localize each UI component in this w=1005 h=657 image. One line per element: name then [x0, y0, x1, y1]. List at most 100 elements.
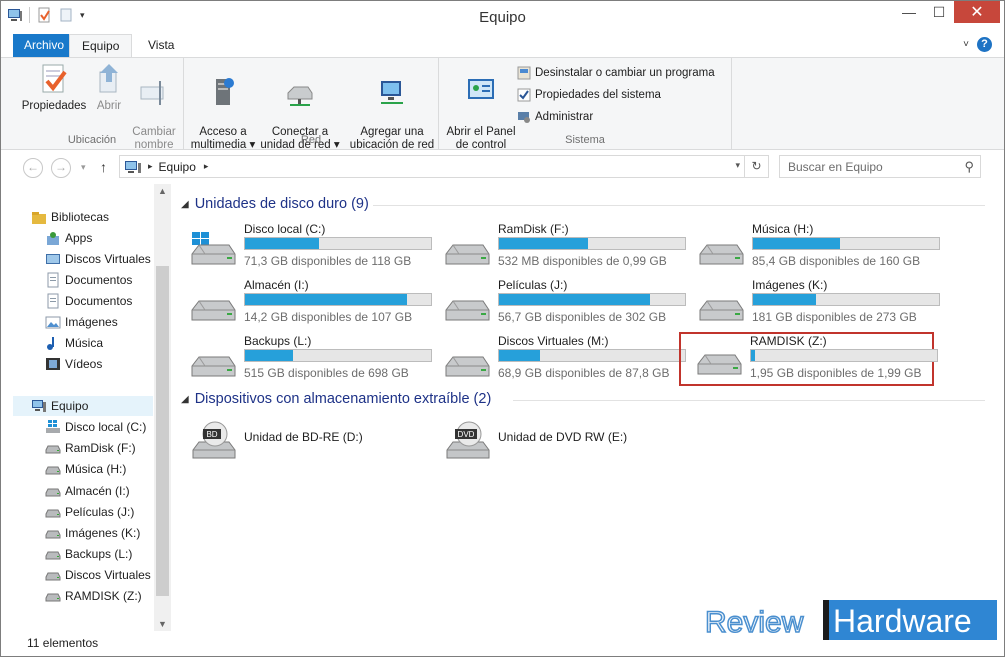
nav-label: Equipo: [51, 399, 89, 413]
media-server-icon: [216, 78, 234, 105]
drive-tile[interactable]: Backups (L:) 515 GB disponibles de 698 GB: [173, 334, 432, 382]
up-arrow-icon[interactable]: ↑: [100, 159, 107, 175]
nav-drive-f[interactable]: RamDisk (F:): [45, 438, 136, 458]
propiedades-sistema-button[interactable]: Propiedades del sistema: [517, 86, 661, 104]
address-dropdown-icon[interactable]: ▾: [735, 160, 740, 171]
nav-label: Imágenes: [65, 315, 118, 329]
close-button[interactable]: ✕: [954, 1, 1000, 23]
nav-drive-i[interactable]: Almacén (I:): [45, 481, 130, 501]
nav-drive-h[interactable]: Música (H:): [45, 459, 126, 479]
group-label-red: Red: [300, 134, 322, 146]
abrir-button[interactable]: Abrir: [91, 62, 127, 113]
chevron-down-icon[interactable]: ˅: [963, 39, 969, 50]
drive-tile[interactable]: Imágenes (K:) 181 GB disponibles de 273 G…: [681, 278, 940, 326]
scroll-down-icon[interactable]: ▼: [154, 619, 171, 629]
apps-icon: [47, 232, 59, 245]
nav-item-apps[interactable]: Apps: [45, 228, 92, 248]
search-input[interactable]: Buscar en Equipo ⚲: [779, 155, 981, 178]
administrar-button[interactable]: Administrar: [517, 108, 593, 126]
nav-bibliotecas[interactable]: Bibliotecas: [31, 207, 109, 227]
minimize-button[interactable]: ―: [894, 1, 924, 23]
nav-drive-l[interactable]: Backups (L:): [45, 544, 132, 564]
recent-locations-icon[interactable]: ▾: [81, 162, 86, 173]
drive-tile[interactable]: Almacén (I:) 14,2 GB disponibles de 107 G…: [173, 278, 432, 326]
removable-drive-bd[interactable]: BD Unidad de BD-RE (D:): [173, 416, 423, 464]
breadcrumb-equipo[interactable]: Equipo: [159, 160, 196, 174]
breadcrumb-arrow-icon[interactable]: ▸: [148, 161, 153, 172]
address-bar[interactable]: ▸ Equipo ▸ ▾ ↻: [119, 155, 769, 178]
windows-drive-icon: [191, 232, 236, 265]
hard-drive-icon: [45, 509, 61, 518]
scroll-thumb[interactable]: [156, 266, 169, 596]
rename-icon: [140, 81, 164, 105]
nav-item-musica[interactable]: Música: [45, 333, 103, 353]
hard-drive-icon: [697, 354, 742, 375]
nav-drive-j[interactable]: Películas (J:): [45, 502, 134, 522]
drive-tile[interactable]: RamDisk (F:) 532 MB disponibles de 0,99 G…: [427, 222, 686, 270]
propiedades-label: Propiedades: [21, 100, 87, 112]
logo-word-review: Review: [705, 606, 804, 639]
drive-usage-fill: [753, 294, 817, 305]
collapse-icon[interactable]: ◢: [181, 199, 189, 210]
nav-drive-k[interactable]: Imágenes (K:): [45, 523, 140, 543]
search-icon[interactable]: ⚲: [964, 159, 974, 175]
nav-label: Vídeos: [65, 357, 103, 371]
tab-archivo[interactable]: Archivo: [13, 34, 76, 57]
nav-label: Bibliotecas: [51, 210, 110, 224]
nav-scrollbar[interactable]: ▲ ▼: [154, 184, 171, 631]
section-header-hdd[interactable]: ◢ Unidades de disco duro (9): [181, 196, 369, 212]
drive-usage-bar: [244, 293, 432, 306]
drive-tile[interactable]: Disco local (C:) 71,3 GB disponibles de 1…: [173, 222, 432, 270]
drive-tile[interactable]: RAMDISK (Z:) 1,95 GB disponibles de 1,99 …: [679, 332, 938, 386]
desinstalar-programa-button[interactable]: Desinstalar o cambiar un programa: [517, 64, 715, 82]
tab-equipo[interactable]: Equipo: [69, 34, 133, 58]
administrar-label: Administrar: [535, 111, 594, 123]
nav-label: Imágenes (K:): [65, 526, 141, 540]
breadcrumb-arrow-icon[interactable]: ▸: [204, 161, 209, 172]
drive-name: RAMDISK (Z:): [750, 334, 827, 348]
drive-name: Unidad de BD-RE (D:): [244, 430, 363, 444]
drive-tile[interactable]: Discos Virtuales (M:) 68,9 GB disponibles…: [427, 334, 686, 382]
drive-usage-fill: [245, 350, 294, 361]
drive-name: Almacén (I:): [244, 278, 309, 292]
drive-usage-fill: [245, 294, 407, 305]
programs-icon: [517, 66, 531, 80]
dvd-drive-icon: DVD: [446, 421, 490, 459]
nav-item-documentos-2[interactable]: Documentos: [45, 291, 132, 311]
drive-free-space: 68,9 GB disponibles de 87,8 GB: [498, 366, 670, 380]
help-icon[interactable]: ?: [977, 37, 992, 52]
maximize-button[interactable]: ☐: [924, 1, 954, 23]
nav-drive-c[interactable]: Disco local (C:): [45, 417, 146, 437]
nav-item-documentos[interactable]: Documentos: [45, 270, 132, 290]
drive-tile[interactable]: Música (H:) 85,4 GB disponibles de 160 GB: [681, 222, 940, 270]
hard-drive-icon: [45, 551, 61, 560]
ribbon-controls: ˅ ?: [963, 37, 992, 52]
refresh-icon[interactable]: ↻: [744, 156, 768, 177]
network-drive-icon: [287, 86, 313, 106]
nav-drive-m[interactable]: Discos Virtuales (: [45, 565, 158, 585]
removable-drive-dvd[interactable]: DVD Unidad de DVD RW (E:): [427, 416, 677, 464]
open-icon: [99, 64, 118, 93]
forward-button[interactable]: →: [51, 158, 71, 178]
drive-usage-fill: [499, 238, 589, 249]
drive-tile[interactable]: Películas (J:) 56,7 GB disponibles de 302…: [427, 278, 686, 326]
nav-item-imagenes[interactable]: Imágenes: [45, 312, 118, 332]
hard-drive-icon: [45, 466, 61, 475]
drive-usage-fill: [753, 238, 841, 249]
title-bar: ▾ Equipo ― ☐ ✕: [1, 1, 1004, 33]
nav-equipo[interactable]: Equipo: [13, 396, 153, 416]
propiedades-button[interactable]: Propiedades: [19, 62, 89, 113]
ribbon: Propiedades Abrir Cambiar nombre Ubicaci…: [1, 57, 1004, 151]
section-divider: [513, 400, 985, 401]
scroll-up-icon[interactable]: ▲: [154, 186, 171, 196]
section-header-removable[interactable]: ◢ Dispositivos con almacenamiento extraí…: [181, 391, 491, 407]
collapse-icon[interactable]: ◢: [181, 394, 189, 405]
back-button[interactable]: ←: [23, 158, 43, 178]
nav-label: Documentos: [65, 273, 133, 287]
content-area: ◢ Unidades de disco duro (9) Disco local…: [173, 184, 993, 631]
nav-item-videos[interactable]: Vídeos: [45, 354, 102, 374]
nav-item-discos-virtuales[interactable]: Discos Virtuales: [45, 249, 151, 269]
libraries-icon: [32, 212, 46, 224]
nav-drive-z[interactable]: RAMDISK (Z:): [45, 586, 142, 606]
tab-vista[interactable]: Vista: [137, 34, 185, 57]
